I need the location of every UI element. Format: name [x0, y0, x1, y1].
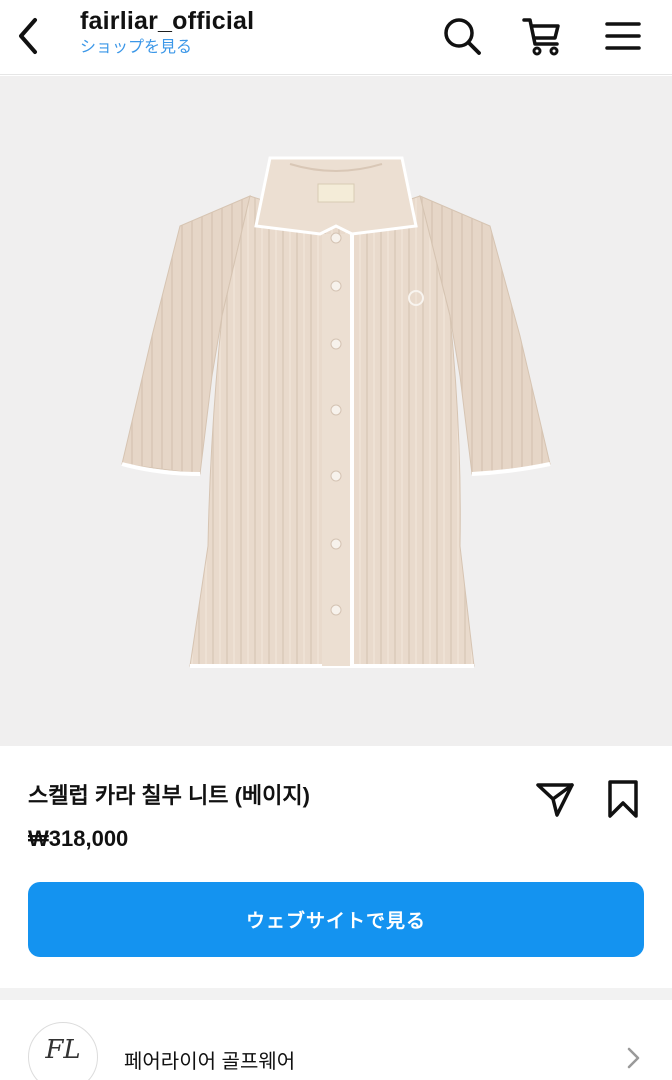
title-block: fairliar_official ショップを見る: [80, 6, 254, 58]
account-name[interactable]: fairliar_official: [80, 6, 254, 36]
section-divider: [0, 988, 672, 1000]
share-icon: [536, 783, 574, 817]
back-arrow-icon: [19, 18, 37, 54]
bookmark-icon: [608, 780, 638, 818]
shop-row[interactable]: FL 페어라이어 골프웨어: [0, 1000, 672, 1080]
search-icon: [444, 18, 481, 55]
view-shop-link[interactable]: ショップを見る: [80, 38, 254, 58]
share-button[interactable]: [532, 776, 578, 822]
back-button[interactable]: [8, 14, 48, 58]
cart-button[interactable]: [520, 14, 564, 58]
shop-logo-mark: FL: [45, 1035, 81, 1065]
product-image[interactable]: [0, 76, 672, 746]
cart-icon: [522, 18, 560, 56]
knit-polo-illustration: [121, 156, 551, 668]
chevron-right-icon: [627, 1047, 640, 1069]
view-website-button[interactable]: ウェブサイトで見る: [28, 882, 644, 957]
search-button[interactable]: [440, 14, 484, 58]
save-button[interactable]: [600, 776, 646, 822]
shop-logo: FL: [28, 1022, 98, 1080]
shop-name: 페어라이어 골프웨어: [124, 1051, 296, 1073]
top-bar: fairliar_official ショップを見る: [0, 0, 672, 75]
menu-icon: [605, 22, 641, 50]
product-name: 스켈럽 카라 칠부 니트 (베이지): [28, 783, 310, 808]
product-price: ₩318,000: [28, 826, 129, 851]
product-info: 스켈럽 카라 칠부 니트 (베이지) ₩318,000 ウェブサイトで見る: [0, 746, 672, 988]
menu-button[interactable]: [601, 14, 645, 58]
